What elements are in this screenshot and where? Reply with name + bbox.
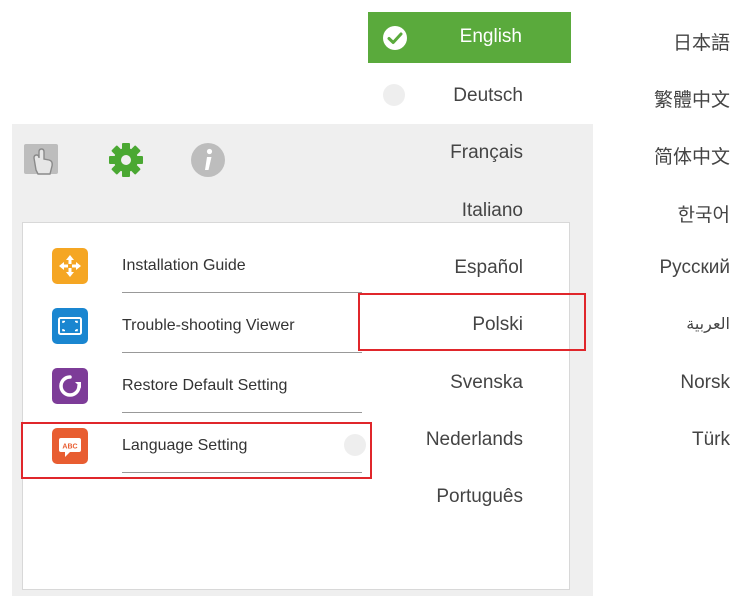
menu-item-troubleshooting-viewer[interactable]: Trouble-shooting Viewer: [52, 307, 362, 347]
menu-divider: [122, 412, 362, 413]
language-option-traditional-chinese[interactable]: 繁體中文: [654, 85, 730, 112]
language-option-norsk[interactable]: Norsk: [680, 372, 730, 394]
language-option-japanese[interactable]: 日本語: [673, 28, 730, 55]
language-option-francais[interactable]: Français: [450, 142, 523, 164]
language-option-korean[interactable]: 한국어: [678, 200, 730, 227]
language-option-arabic[interactable]: العربية: [686, 314, 730, 334]
language-option-italiano[interactable]: Italiano: [462, 200, 523, 222]
highlight-box-polski: [358, 293, 586, 351]
language-option-russian[interactable]: Русский: [660, 257, 731, 279]
menu-item-restore-default[interactable]: Restore Default Setting: [52, 367, 362, 407]
menu-item-installation-guide[interactable]: Installation Guide: [52, 247, 362, 287]
language-option-simplified-chinese[interactable]: 简体中文: [654, 142, 730, 169]
language-label: English: [459, 26, 522, 47]
language-option-deutsch[interactable]: Deutsch: [453, 85, 523, 107]
gear-icon[interactable]: [106, 140, 146, 180]
language-option-espanol[interactable]: Español: [454, 257, 523, 279]
touch-hand-icon[interactable]: [22, 140, 62, 180]
language-option-turk[interactable]: Türk: [692, 429, 730, 451]
language-option-svenska[interactable]: Svenska: [450, 372, 523, 394]
language-option-portugues[interactable]: Português: [436, 486, 523, 508]
menu-item-label: Installation Guide: [122, 257, 246, 274]
menu-divider: [122, 352, 362, 353]
viewer-screen-icon: [52, 308, 88, 344]
highlight-box-language-setting: [21, 422, 372, 479]
restore-icon: [52, 368, 88, 404]
menu-item-label: Restore Default Setting: [122, 377, 288, 394]
faint-circle-decoration: [383, 84, 405, 106]
menu-item-label: Trouble-shooting Viewer: [122, 317, 295, 334]
check-circle-icon: [383, 26, 407, 50]
menu-divider: [122, 292, 362, 293]
info-icon[interactable]: [188, 140, 228, 180]
language-option-nederlands[interactable]: Nederlands: [426, 429, 523, 451]
installation-guide-icon: [52, 248, 88, 284]
language-option-selected[interactable]: English: [368, 12, 571, 63]
